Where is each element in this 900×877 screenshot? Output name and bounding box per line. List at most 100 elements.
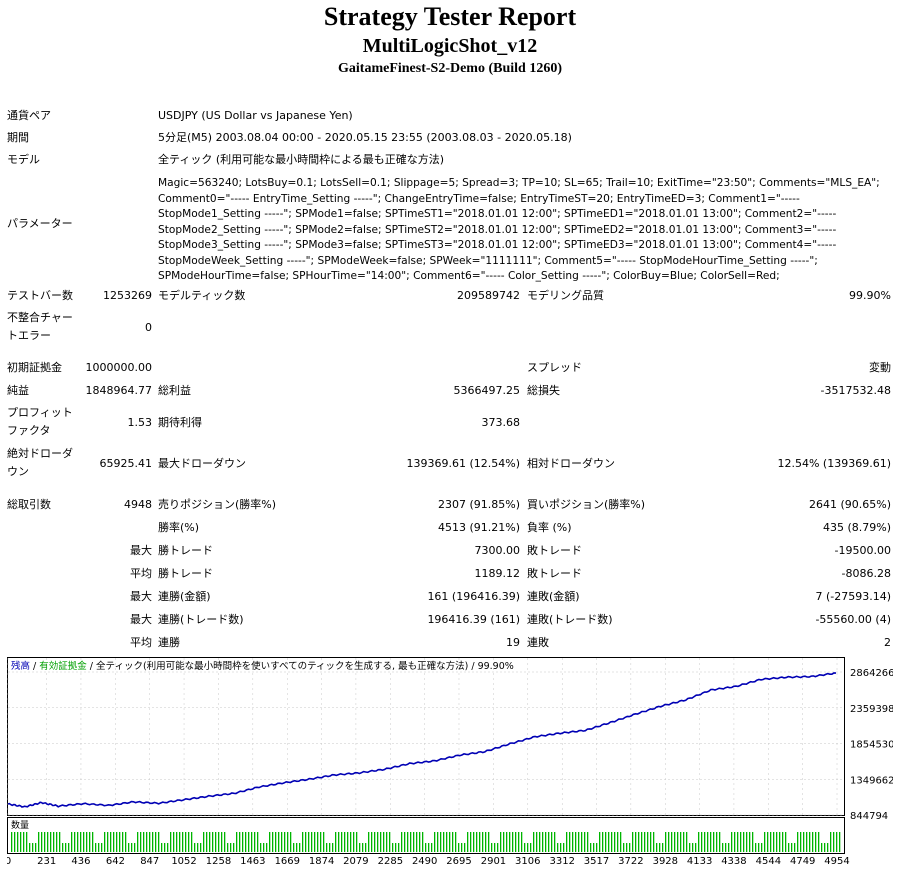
volume-bar [809,832,811,852]
x-tick-label: 3722 [618,856,643,867]
x-tick-label: 1874 [309,856,334,867]
volume-bar [752,832,754,852]
volume-bar [824,843,826,852]
legend-separator: / [468,661,477,672]
volume-bar [692,843,694,852]
largest-win-label: 勝トレード [158,544,213,557]
volume-bar [272,832,274,852]
volume-bar [821,843,823,852]
volume-bar [803,832,805,852]
volume-bar [173,832,175,852]
chart-legend: 残高 / 有効証拠金 / 全ティック(利用可能な最小時間枠を使いすべてのティック… [11,660,514,672]
profit-factor-label-2: ファクタ [7,424,51,437]
volume-bar [104,832,106,852]
avg-loss-streak-value: 2 [884,636,891,649]
volume-bar [323,832,325,852]
x-tick-label: 2490 [412,856,437,867]
avg-win-label: 勝トレード [158,567,213,580]
volume-bar [509,832,511,852]
x-tick-label: 436 [71,856,90,867]
ticks-label: モデルティック数 [158,289,246,302]
avg-loss-value: -8086.28 [841,567,891,580]
volume-bar [101,843,103,852]
volume-bar [299,843,301,852]
volume-bar [590,843,592,852]
volume-bar [191,832,193,852]
volume-bar [290,832,292,852]
volume-bar [779,832,781,852]
volume-bar [527,843,529,852]
volume-bar [593,843,595,852]
volume-bar [476,832,478,852]
params-line: Magic=563240; LotsBuy=0.1; LotsSell=0.1;… [158,177,880,189]
volume-bar [539,832,541,852]
expert-name: MultiLogicShot_v12 [362,35,538,57]
mismatch-label-2: トエラー [7,329,51,342]
volume-bar [395,843,397,852]
net-profit-value: 1848964.77 [85,384,152,397]
volume-bar [356,832,358,852]
report-title: Strategy Tester Report [323,2,577,31]
volume-bar [731,832,733,852]
volume-bar [623,843,625,852]
volume-bar [533,832,535,852]
mismatch-value: 0 [145,321,152,334]
volume-bar [506,832,508,852]
volume-bar [41,832,43,852]
volume-bar [89,832,91,852]
volume-bar [758,843,760,852]
volume-bar [131,843,133,852]
y-tick-label: 2864266 [850,668,893,679]
volume-bar [680,832,682,852]
volume-bar [611,832,613,852]
volume-bar [11,832,13,852]
volume-bar [215,832,217,852]
volume-bar [392,843,394,852]
volume-bar [269,832,271,852]
volume-bar [317,832,319,852]
volume-bar [158,832,160,852]
volume-bar [431,843,433,852]
cons-loss-count-value: -55560.00 (4) [815,613,891,626]
volume-bar [494,843,496,852]
max-label: 最大 [130,613,152,626]
x-tick-label: 3928 [653,856,678,867]
avg-label: 平均 [130,636,152,649]
volume-bar [446,832,448,852]
abs-drawdown-label-2: ウン [7,465,29,478]
mismatch-label: 不整合チャー [7,311,73,324]
volume-bar [416,832,418,852]
params-line: StopMode2_Setting -----"; SPMode2=false;… [158,223,837,236]
volume-bar [548,832,550,852]
deposit-value: 1000000.00 [85,361,152,374]
volume-bar [35,843,37,852]
volume-bar [503,832,505,852]
volume-bar [44,832,46,852]
volume-bar [287,832,289,852]
quality-label: モデリング品質 [527,289,604,302]
params-value: Magic=563240; LotsBuy=0.1; LotsSell=0.1;… [158,176,893,285]
volume-bar [599,832,601,852]
volume-bar [227,843,229,852]
deposit-label: 初期証拠金 [7,361,62,374]
volume-bar [695,843,697,852]
volume-bar [374,832,376,852]
volume-bar [206,832,208,852]
volume-bar [125,832,127,852]
volume-bar [470,832,472,852]
volume-bar [203,832,205,852]
volume-bar [212,832,214,852]
volume-bar [686,832,688,852]
volume-bar [278,832,280,852]
volume-bar [341,832,343,852]
volume-bar [236,832,238,852]
volume-bar [596,843,598,852]
volume-bar [386,832,388,852]
volume-bar [353,832,355,852]
volume-bar [701,832,703,852]
volume-bar [188,832,190,852]
cons-loss-count-label: 連敗(トレード数) [527,613,613,626]
volume-bar [788,843,790,852]
volume-bar [359,843,361,852]
x-tick-label: 3517 [584,856,609,867]
